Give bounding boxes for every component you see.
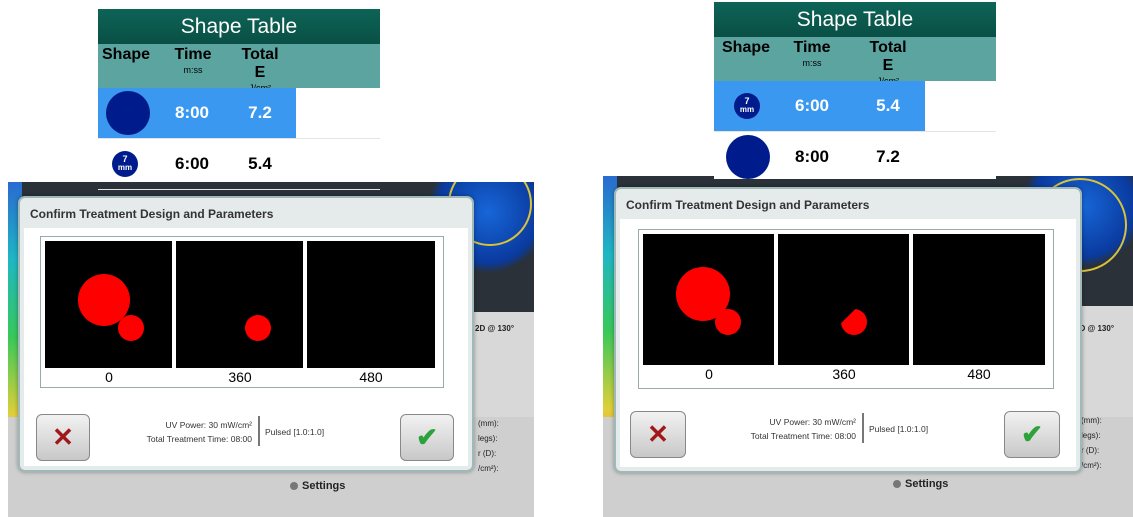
check-icon: ✔ (1021, 419, 1043, 449)
dialog-title: Confirm Treatment Design and Parameters (30, 207, 274, 221)
frame-label: 0 (705, 366, 713, 382)
treatment-spot-partial (841, 309, 867, 335)
frame-label: 360 (228, 369, 252, 385)
shape-row[interactable]: 7 mm 6:00 5.4 (98, 139, 380, 190)
pulse-mode: Pulsed [1.0:1.0] (265, 427, 325, 437)
frame-480 (307, 241, 435, 368)
collapse-icon (893, 480, 901, 489)
shape-table-header: Shape Timem:ss Total EJ/cm² (714, 37, 996, 86)
frame-label: 480 (967, 366, 991, 382)
treatment-frames: 0 360 480 (40, 236, 444, 388)
shape-table-header: Shape Timem:ss Total EJ/cm² (98, 44, 380, 93)
shape-table: Shape Table Shape Timem:ss Total EJ/cm² … (714, 2, 996, 179)
confirm-dialog: Confirm Treatment Design and Parameters … (614, 187, 1082, 473)
frame-label: 0 (105, 369, 113, 385)
treatment-spot-small (715, 309, 741, 335)
treatment-spot-small (118, 315, 144, 341)
frame-360 (176, 241, 303, 368)
col-total-e: Total EJ/cm² (869, 39, 907, 86)
shape-row[interactable]: 8:00 7.2 (98, 88, 380, 139)
shape-row[interactable]: 7 mm 6:00 5.4 (714, 81, 996, 132)
shape-row[interactable]: 8:00 7.2 (714, 132, 996, 179)
frame-label: 360 (832, 366, 856, 382)
col-time: Time m:ss (793, 39, 831, 68)
treatment-summary: UV Power: 30 mW/cm² Total Treatment Time… (750, 417, 856, 441)
panel-left: 2D @ 130° (mm): legs): r (D): /cm²): Set… (0, 0, 566, 517)
frame-0 (45, 241, 172, 368)
large-circle-icon (106, 91, 150, 135)
settings-toggle[interactable]: Settings (893, 478, 948, 490)
confirm-dialog: Confirm Treatment Design and Parameters … (18, 196, 474, 472)
large-circle-icon (726, 135, 770, 179)
frame-360 (778, 234, 909, 365)
col-shape: Shape (722, 39, 771, 56)
collapse-icon (290, 482, 298, 491)
confirm-button[interactable]: ✔ (400, 414, 454, 461)
frame-0 (643, 234, 774, 365)
treatment-frames: 0 360 480 (638, 229, 1054, 389)
col-time: Time m:ss (174, 46, 212, 75)
dialog-title: Confirm Treatment Design and Parameters (626, 198, 870, 212)
cancel-button[interactable]: ✕ (36, 414, 90, 461)
pulse-mode: Pulsed [1.0:1.0] (869, 424, 929, 434)
shape-table: Shape Table Shape Timem:ss Total EJ/cm² … (98, 9, 380, 190)
confirm-button[interactable]: ✔ (1004, 411, 1060, 458)
cancel-button[interactable]: ✕ (630, 411, 686, 458)
shape-table-title: Shape Table (714, 2, 996, 37)
side-labels: (mm): legs): r (D): /cm²): (478, 419, 499, 473)
7mm-circle-icon: 7 mm (112, 151, 138, 177)
treatment-info-label: 2D @ 130° (475, 324, 515, 333)
frame-480 (913, 234, 1045, 365)
settings-toggle[interactable]: Settings (290, 480, 345, 492)
treatment-summary: UV Power: 30 mW/cm² Total Treatment Time… (146, 420, 252, 444)
panel-right: 2D @ 130° (mm): legs): r (D): /cm²): Set… (566, 0, 1133, 517)
shape-table-title: Shape Table (98, 9, 380, 44)
side-labels: (mm): legs): r (D): /cm²): (1081, 416, 1102, 470)
col-shape: Shape (102, 46, 151, 63)
col-total-e: Total EJ/cm² (241, 46, 279, 93)
7mm-circle-icon: 7 mm (734, 93, 760, 119)
x-icon: ✕ (647, 419, 669, 449)
x-icon: ✕ (52, 422, 74, 452)
treatment-spot-small (245, 315, 271, 341)
check-icon: ✔ (416, 422, 438, 452)
frame-label: 480 (359, 369, 383, 385)
